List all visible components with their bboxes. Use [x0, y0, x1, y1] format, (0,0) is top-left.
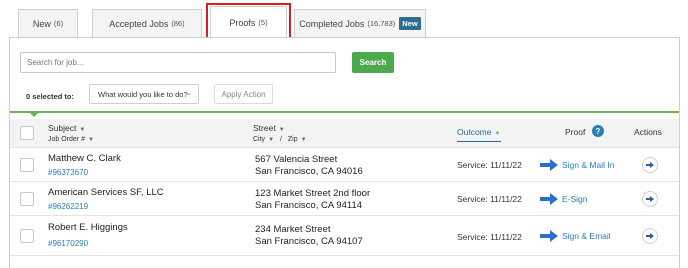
- row-action-button[interactable]: [642, 157, 658, 173]
- job-order-link[interactable]: #96170290: [48, 239, 88, 248]
- col-zip-label: Zip: [287, 136, 298, 143]
- row-action-button[interactable]: [642, 228, 658, 244]
- col-separator: /: [279, 136, 282, 143]
- bulk-action-select[interactable]: What would you like to do? ⌄: [89, 84, 199, 104]
- circle-arrow-right-icon: [646, 196, 654, 202]
- table-header: Subject ▼ Job Order # ▼ Street ▼ City ▼ / Zi…: [10, 119, 679, 148]
- service-date: Service: 11/11/22: [457, 160, 522, 170]
- col-outcome[interactable]: Outcome ▼: [457, 127, 500, 137]
- col-subject[interactable]: Subject ▼: [48, 123, 85, 133]
- table-row: Robert E. Higgings #96170290 234 Market …: [10, 216, 679, 256]
- street-address: 234 Market Street: [255, 224, 331, 235]
- tab-accepted-label: Accepted Jobs: [109, 18, 169, 29]
- chevron-down-icon: ⌄: [186, 90, 192, 97]
- col-city-zip[interactable]: City ▼ / Zip ▼: [253, 136, 307, 143]
- arrow-right-icon: [540, 159, 558, 171]
- select-all-checkbox[interactable]: [20, 126, 34, 140]
- street-address: 123 Market Street 2nd floor: [255, 188, 371, 199]
- proof-link[interactable]: Sign & Email: [562, 231, 611, 241]
- city-zip: San Francisco, CA 94107: [255, 236, 363, 247]
- col-subject-label: Subject: [48, 123, 77, 133]
- search-placeholder: Search for job...: [27, 58, 84, 67]
- subject-name: Matthew C. Clark: [48, 153, 121, 164]
- tab-accepted-count: (86): [171, 19, 185, 28]
- job-order-link[interactable]: #96262219: [48, 202, 88, 211]
- city-zip: San Francisco, CA 94016: [255, 166, 363, 177]
- city-zip: San Francisco, CA 94114: [255, 200, 363, 211]
- row-checkbox[interactable]: [20, 158, 34, 172]
- service-date: Service: 11/11/22: [457, 232, 522, 242]
- proof-link[interactable]: Sign & Mail In: [562, 160, 614, 170]
- row-checkbox[interactable]: [20, 229, 34, 243]
- table-row: Matthew C. Clark #96373670 567 Valencia …: [10, 148, 679, 182]
- col-job-order-label: Job Order #: [48, 136, 85, 143]
- service-date: Service: 11/11/22: [457, 194, 522, 204]
- job-order-link[interactable]: #96373670: [48, 168, 88, 177]
- row-checkbox[interactable]: [20, 192, 34, 206]
- caret-down-icon: ▼: [494, 131, 501, 137]
- tab-bar: New (6) Accepted Jobs (86) Proofs (5) Co…: [0, 0, 688, 44]
- table-row: American Services SF, LLC #96262219 123 …: [10, 182, 679, 216]
- new-badge: New: [399, 17, 421, 30]
- tab-new-label: New: [32, 18, 51, 29]
- row-action-button[interactable]: [642, 191, 658, 207]
- col-actions: Actions: [634, 127, 662, 137]
- tab-new-count: (6): [53, 19, 64, 28]
- tab-accepted-jobs[interactable]: Accepted Jobs (86): [92, 9, 202, 37]
- divider: [10, 111, 679, 113]
- col-street-label: Street: [253, 123, 276, 133]
- tab-completed-count: (16,783): [367, 19, 396, 28]
- proof-link[interactable]: E-Sign: [562, 194, 588, 204]
- col-city-label: City: [253, 136, 266, 143]
- col-outcome-label: Outcome: [457, 127, 492, 137]
- question-circle-icon[interactable]: ?: [592, 125, 604, 137]
- jobs-panel: Search for job... Search 0 selected to: …: [9, 37, 680, 268]
- caret-down-icon: ▼: [87, 137, 94, 143]
- subject-name: American Services SF, LLC: [48, 187, 164, 198]
- circle-arrow-right-icon: [646, 233, 654, 239]
- outcome-underline: [457, 141, 501, 142]
- arrow-right-icon: [540, 230, 558, 242]
- arrow-right-icon: [540, 193, 558, 205]
- col-proof: Proof: [565, 127, 586, 137]
- tab-completed-label: Completed Jobs: [299, 18, 365, 29]
- col-street[interactable]: Street ▼: [253, 123, 285, 133]
- tab-completed-jobs[interactable]: Completed Jobs (16,783) New: [294, 9, 426, 37]
- caret-down-icon: ▼: [300, 137, 307, 143]
- divider-notch: [30, 113, 38, 117]
- tab-new[interactable]: New (6): [18, 9, 78, 37]
- search-input[interactable]: Search for job...: [20, 52, 336, 73]
- subject-name: Robert E. Higgings: [48, 222, 128, 233]
- caret-down-icon: ▼: [268, 137, 275, 143]
- caret-down-icon: ▼: [79, 127, 86, 133]
- street-address: 567 Valencia Street: [255, 154, 338, 165]
- apply-action-button[interactable]: Apply Action: [214, 84, 273, 104]
- caret-down-icon: ▼: [278, 127, 285, 133]
- col-job-order[interactable]: Job Order # ▼: [48, 136, 94, 143]
- selected-count: 0 selected to:: [26, 92, 74, 101]
- bulk-action-value: What would you like to do?: [98, 89, 188, 99]
- circle-arrow-right-icon: [646, 162, 654, 168]
- search-button[interactable]: Search: [352, 52, 394, 73]
